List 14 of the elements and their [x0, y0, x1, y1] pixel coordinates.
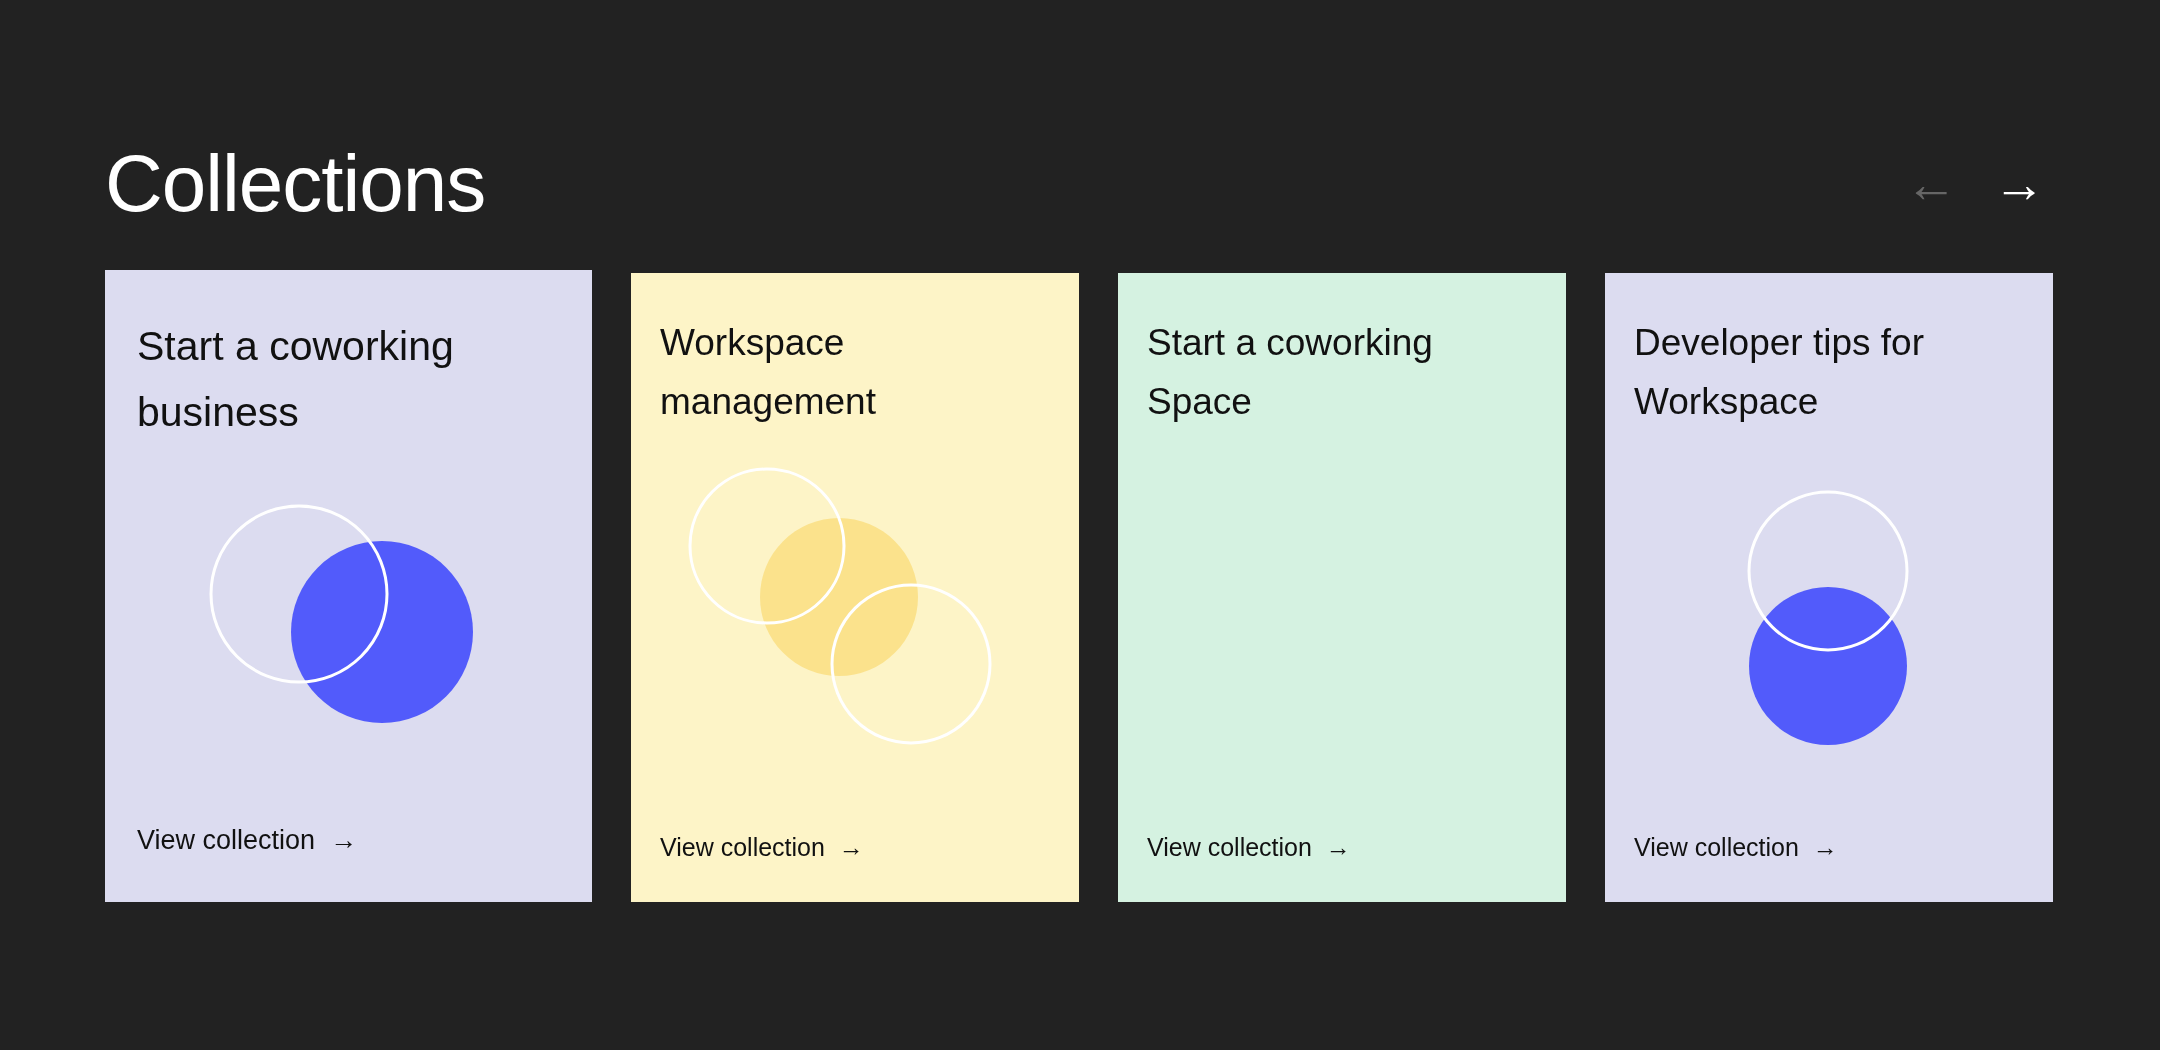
section-heading: Collections: [105, 140, 486, 228]
view-collection-link[interactable]: View collection →: [660, 828, 864, 866]
card-title: Workspace management: [660, 321, 877, 425]
collection-card[interactable]: Developer tips for Workspace View collection →: [1605, 273, 2053, 902]
next-button[interactable]: →: [1983, 158, 2055, 210]
view-collection-link[interactable]: View collection →: [1147, 828, 1351, 866]
collection-card[interactable]: Workspace management View collection →: [631, 273, 1079, 902]
card-title: Start a coworking Space: [1147, 321, 1434, 425]
card-title: Start a coworking business: [137, 322, 455, 437]
collection-card[interactable]: Start a coworking Space View collection →: [1118, 273, 1566, 902]
collection-card[interactable]: Start a coworking business View collection →: [105, 270, 592, 902]
card-title: Developer tips for Workspace: [1634, 321, 1925, 425]
view-collection-link[interactable]: View collection →: [1634, 828, 1838, 866]
view-collection-link[interactable]: View collection →: [137, 819, 358, 860]
